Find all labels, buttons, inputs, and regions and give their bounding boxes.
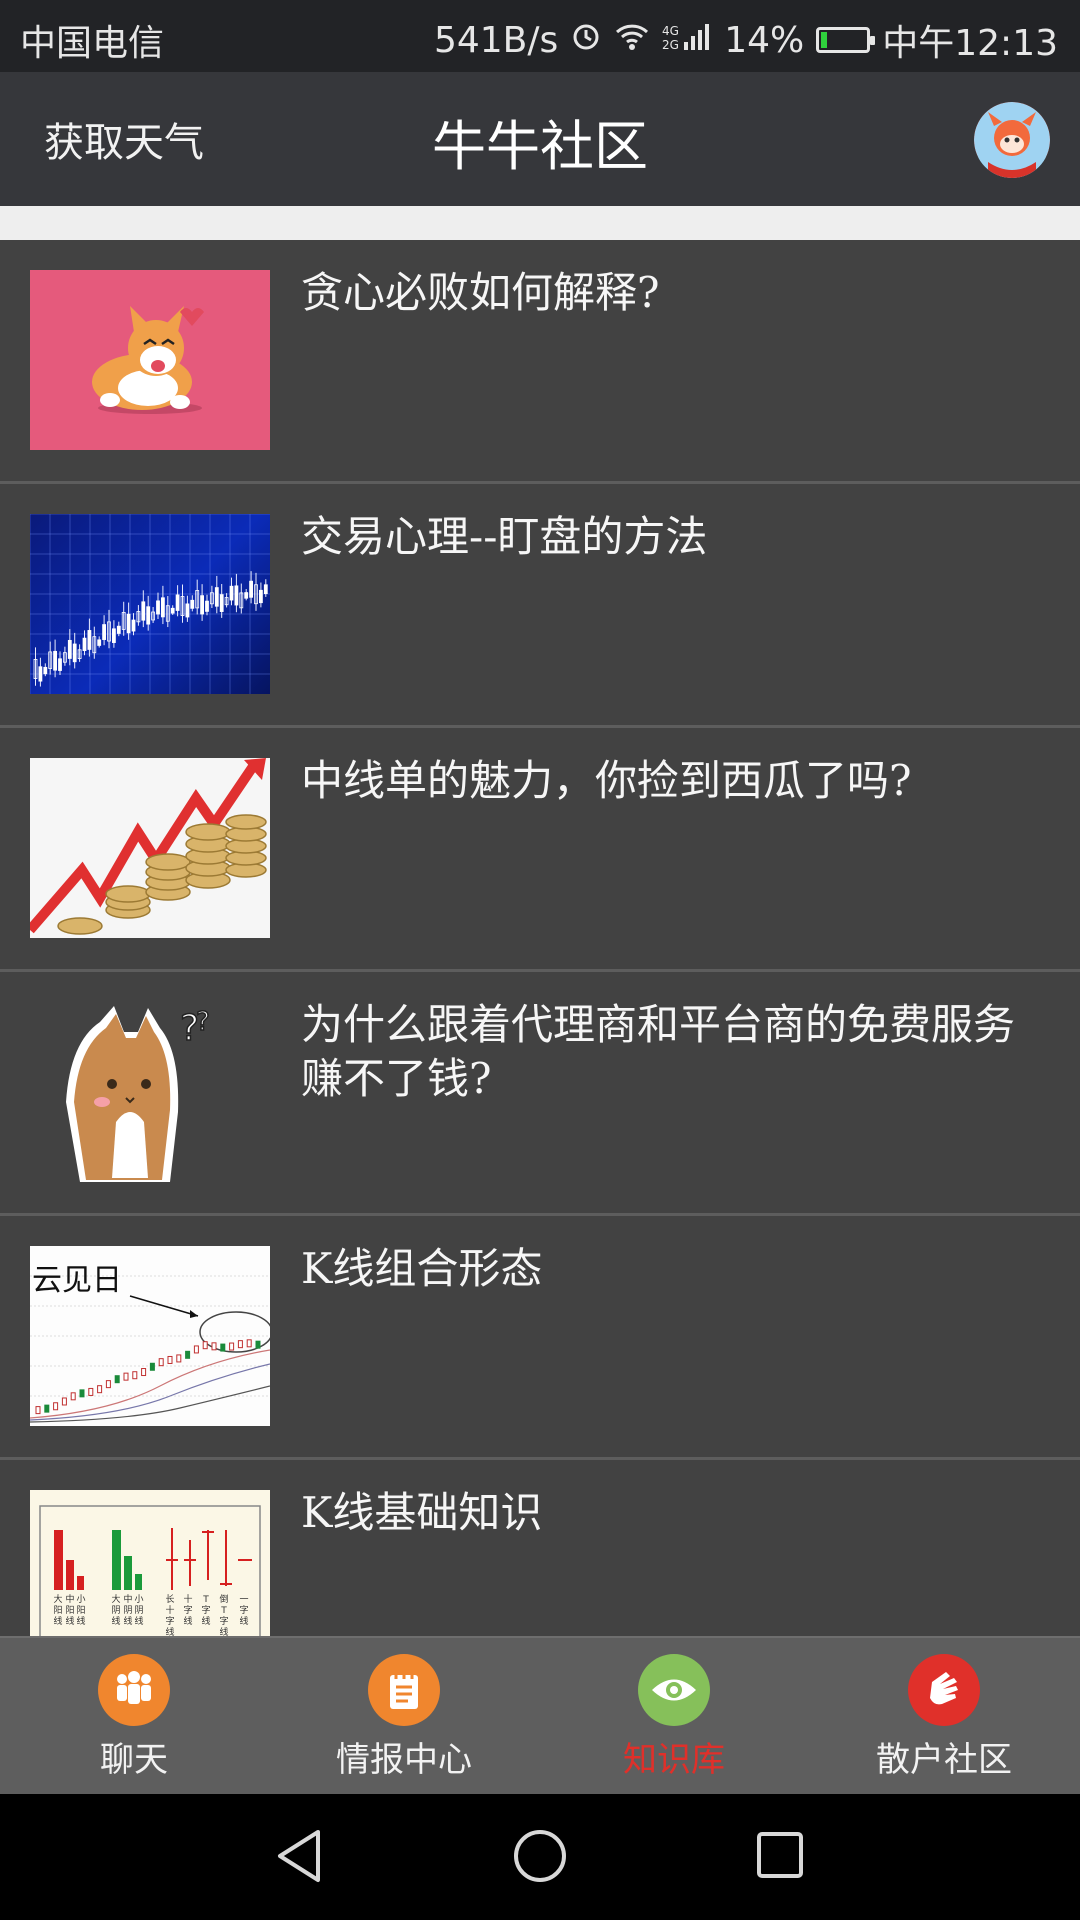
kline-type-label: 一字线 [239, 1595, 248, 1627]
tab-label: 情报中心 [336, 1740, 472, 1780]
thumb-caption: 云见日 [32, 1263, 122, 1298]
kline-type-label: T 字线 [201, 1595, 210, 1627]
article-title: K线基础知识 [301, 1488, 543, 1537]
avatar-character-icon [974, 102, 1050, 178]
svg-text:4G: 4G [662, 24, 679, 38]
tab-chat[interactable]: 聊天 [34, 1654, 234, 1781]
system-nav-bar [0, 1794, 1080, 1920]
tab-retail-community[interactable]: 散户社区 [844, 1654, 1044, 1781]
kline-type-label: 十字线 [183, 1593, 192, 1627]
header-divider [0, 206, 1080, 240]
kline-pattern-chart-icon: 云见日 [30, 1246, 270, 1426]
battery-icon [816, 27, 876, 53]
kline-type-label: 中阳线 [65, 1593, 74, 1627]
article-title: 中线单的魅力，你捡到西瓜了吗? [301, 756, 912, 805]
coins-rising-arrow-icon [30, 758, 270, 938]
tab-label: 聊天 [100, 1740, 168, 1780]
eye-icon [638, 1654, 710, 1726]
list-item[interactable]: 大阳线 中阳线 小阳线 大阴线 中阴线 小阴线 长十字线 十字线 T 字线倒 T 字线 一字线 K线基础… [0, 1460, 1080, 1636]
tab-label: 知识库 [623, 1740, 725, 1780]
kline-type-label: 大阳线 [53, 1593, 62, 1627]
signal-icon: 4G 2G [662, 20, 712, 61]
battery-percent: 14% [724, 19, 805, 61]
list-item[interactable]: 交易心理--盯盘的方法 [0, 484, 1080, 728]
article-title: 交易心理--盯盘的方法 [301, 512, 708, 561]
tab-intel-center[interactable]: 情报中心 [304, 1654, 504, 1781]
article-title: K线组合形态 [301, 1244, 543, 1293]
list-item[interactable]: 贪心必败如何解释? [0, 240, 1080, 484]
people-icon [98, 1654, 170, 1726]
list-item[interactable]: 中线单的魅力，你捡到西瓜了吗? [0, 728, 1080, 972]
kline-type-label: 大阴线 [111, 1593, 120, 1627]
status-icons: 541B/s 4G 2G 14% 中午12:13 [434, 14, 1058, 66]
hand-icon [908, 1654, 980, 1726]
status-bar: 中国电信 541B/s 4G 2G 14% 中午12:13 [0, 0, 1080, 72]
page-title: 牛牛社区 [432, 115, 648, 178]
list-item[interactable]: ? ? 为什么跟着代理商和平台商的免费服务赚不了钱? [0, 972, 1080, 1216]
kline-type-label: 中阴线 [123, 1593, 132, 1627]
list-item[interactable]: 云见日 K线组合形态 [0, 1216, 1080, 1460]
article-title: 贪心必败如何解释? [301, 268, 660, 317]
corgi-sticker-icon [30, 270, 270, 450]
carrier-name: 中国电信 [20, 23, 165, 64]
candlestick-chart-icon [30, 514, 270, 694]
avatar[interactable] [974, 102, 1050, 178]
article-title: 为什么跟着代理商和平台商的免费服务赚不了钱? [301, 1000, 1016, 1103]
home-icon[interactable] [512, 1828, 568, 1884]
wifi-icon [614, 20, 650, 61]
svg-text:2G: 2G [662, 38, 679, 52]
tab-knowledge-base[interactable]: 知识库 [574, 1654, 774, 1781]
alarm-icon [570, 20, 602, 61]
app-header: 获取天气 牛牛社区 [0, 72, 1080, 206]
bottom-tab-bar: 聊天 情报中心 知识库 散户社区 [0, 1636, 1080, 1796]
net-speed: 541B/s [433, 19, 559, 61]
article-list[interactable]: 贪心必败如何解释? 交易心理--盯盘的方法 中线单的魅力，你捡到西瓜了吗? ? … [0, 240, 1080, 1636]
clock: 中午12:13 [882, 23, 1058, 64]
tab-label: 散户社区 [876, 1740, 1012, 1780]
confused-cat-sticker-icon: ? ? [30, 1002, 270, 1182]
kline-type-label: 小阳线 [76, 1594, 85, 1627]
svg-text:?: ? [196, 1007, 210, 1037]
kline-type-label: 长十字线 [165, 1593, 174, 1636]
kline-type-label: 小阴线 [134, 1594, 143, 1627]
recents-icon[interactable] [754, 1828, 806, 1884]
back-icon[interactable] [274, 1828, 326, 1884]
notepad-icon [368, 1654, 440, 1726]
kline-type-label: 倒 T 字线 [219, 1593, 228, 1636]
kline-basics-chart-icon: 大阳线 中阳线 小阳线 大阴线 中阴线 小阴线 长十字线 十字线 T 字线倒 T 字线 一字线 [30, 1490, 270, 1636]
